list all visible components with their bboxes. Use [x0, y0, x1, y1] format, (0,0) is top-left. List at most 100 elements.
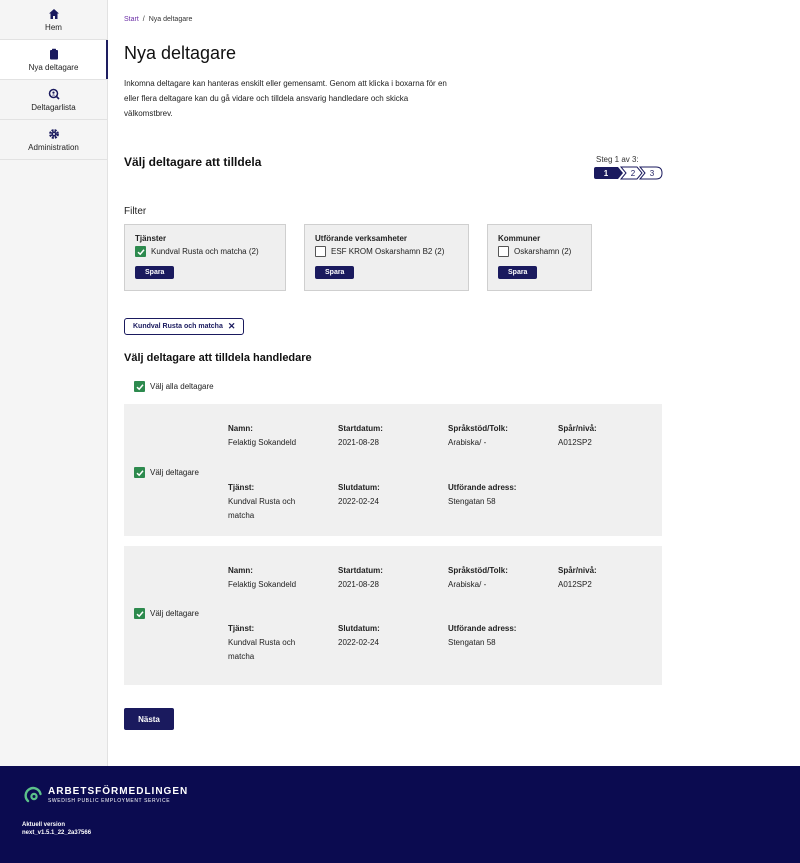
field-address: Utförande adress: Stengatan 58 — [448, 622, 516, 650]
next-button[interactable]: Nästa — [124, 708, 174, 730]
field-label: Slutdatum: — [338, 624, 380, 633]
filter-option-label: Kundval Rusta och matcha (2) — [151, 247, 259, 256]
gear-icon — [48, 128, 59, 139]
sidebar-item-label: Nya deltagare — [28, 62, 79, 72]
version-info: Aktuell version next_v1.5.1_22_2a37566 — [22, 821, 91, 837]
field-track: Spår/nivå: A012SP2 — [558, 564, 597, 592]
home-icon — [48, 8, 59, 19]
field-value: Stengatan 58 — [448, 638, 496, 647]
field-label: Spår/nivå: — [558, 566, 597, 575]
step-2-label: 2 — [631, 169, 636, 178]
sidebar-item-label: Deltagarlista — [31, 102, 76, 112]
field-label: Tjänst: — [228, 624, 255, 633]
search-person-icon — [48, 88, 60, 100]
breadcrumb-separator: / — [142, 16, 145, 23]
checkbox-checked[interactable] — [135, 246, 146, 257]
field-value: Stengatan 58 — [448, 497, 496, 506]
save-button[interactable]: Spara — [498, 266, 538, 279]
active-filter-chip[interactable]: Kundval Rusta och matcha ✕ — [124, 318, 245, 335]
filter-option-label: Oskarshamn (2) — [514, 247, 572, 256]
field-language: Språkstöd/Tolk: Arabiska/ - — [448, 422, 508, 450]
field-end-date: Slutdatum: 2022-02-24 — [338, 481, 380, 509]
sidebar-item-nya-deltagare[interactable]: Nya deltagare — [0, 40, 108, 80]
breadcrumb-current: Nya deltagare — [148, 16, 193, 23]
save-button[interactable]: Spara — [315, 266, 355, 279]
filter-option[interactable]: Oskarshamn (2) — [498, 246, 581, 257]
participants-title: Välj deltagare att tilldela handledare — [124, 352, 312, 364]
field-label: Spår/nivå: — [558, 424, 597, 433]
checkbox-checked[interactable] — [134, 467, 145, 478]
select-participant-checkbox[interactable]: Välj deltagare — [134, 608, 199, 619]
intro-text: Inkomna deltagare kan hanteras enskilt e… — [124, 79, 447, 118]
brand-name: ARBETSFÖRMEDLINGEN — [48, 785, 189, 797]
page-title: Nya deltagare — [124, 43, 237, 63]
version-label: Aktuell version — [22, 822, 66, 828]
step-indicator: 1 2 3 — [594, 166, 664, 180]
sidebar-item-label: Administration — [28, 142, 79, 152]
field-value: 2022-02-24 — [338, 638, 379, 647]
step-1 — [594, 167, 623, 179]
save-button[interactable]: Spara — [135, 266, 175, 279]
checkbox[interactable] — [498, 246, 509, 257]
filter-group-title: Kommuner — [498, 234, 541, 243]
step-3-label: 3 — [650, 169, 655, 178]
field-label: Utförande adress: — [448, 624, 517, 633]
field-name: Namn: Felaktig Sokandeld — [228, 564, 328, 592]
field-service: Tjänst: Kundval Rusta och matcha — [228, 481, 318, 523]
field-label: Utförande adress: — [448, 483, 517, 492]
breadcrumb-link-start[interactable]: Start — [124, 16, 139, 23]
field-label: Tjänst: — [228, 483, 255, 492]
field-value: A012SP2 — [558, 438, 592, 447]
select-participant-checkbox[interactable]: Välj deltagare — [134, 467, 199, 478]
sidebar-item-administration[interactable]: Administration — [0, 120, 107, 160]
field-label: Startdatum: — [338, 424, 383, 433]
sidebar-item-deltagarlista[interactable]: Deltagarlista — [0, 80, 107, 120]
sidebar-item-hem[interactable]: Hem — [0, 0, 107, 40]
arbetsformedlingen-logo-icon — [24, 786, 42, 803]
field-value: A012SP2 — [558, 580, 592, 589]
participant-card: Välj deltagare Namn: Felaktig Sokandeld S… — [124, 546, 662, 685]
field-label: Slutdatum: — [338, 483, 380, 492]
filter-option-label: ESF KROM Oskarshamn B2 (2) — [331, 247, 445, 256]
field-end-date: Slutdatum: 2022-02-24 — [338, 622, 380, 650]
field-address: Utförande adress: Stengatan 58 — [448, 481, 516, 509]
field-label: Namn: — [228, 566, 253, 575]
brand-subtitle: SWEDISH PUBLIC EMPLOYMENT SERVICE — [48, 797, 171, 804]
checkbox[interactable] — [315, 246, 326, 257]
step-1-label: 1 — [604, 169, 609, 178]
field-name: Namn: Felaktig Sokandeld — [228, 422, 328, 450]
field-start-date: Startdatum: 2021-08-28 — [338, 422, 383, 450]
field-value: Kundval Rusta och matcha — [228, 638, 296, 661]
filter-group-tjanster: Tjänster Kundval Rusta och matcha (2) Sp… — [124, 224, 286, 291]
field-label: Språkstöd/Tolk: — [448, 566, 508, 575]
filter-group-utforande-verksamheter: Utförande verksamheter ESF KROM Oskarsha… — [304, 224, 469, 291]
filter-option[interactable]: ESF KROM Oskarshamn B2 (2) — [315, 246, 458, 257]
version-number: next_v1.5.1_22_2a37566 — [22, 830, 92, 836]
checkbox-checked[interactable] — [134, 608, 145, 619]
close-icon[interactable]: ✕ — [228, 321, 236, 332]
field-label: Namn: — [228, 424, 253, 433]
select-participant-label: Välj deltagare — [150, 468, 199, 477]
field-value: Felaktig Sokandeld — [228, 438, 297, 447]
checkbox-checked[interactable] — [134, 381, 145, 392]
field-track: Spår/nivå: A012SP2 — [558, 422, 597, 450]
select-all-label: Välj alla deltagare — [150, 382, 214, 391]
footer: ARBETSFÖRMEDLINGEN SWEDISH PUBLIC EMPLOY… — [0, 766, 800, 863]
field-value: Felaktig Sokandeld — [228, 580, 297, 589]
chip-label: Kundval Rusta och matcha — [133, 323, 223, 330]
sidebar-item-label: Hem — [45, 22, 62, 32]
participant-card: Välj deltagare Namn: Felaktig Sokandeld S… — [124, 404, 662, 536]
filter-option[interactable]: Kundval Rusta och matcha (2) — [135, 246, 275, 257]
select-participant-label: Välj deltagare — [150, 609, 199, 618]
clipboard-icon — [49, 48, 58, 59]
field-start-date: Startdatum: 2021-08-28 — [338, 564, 383, 592]
field-value: 2022-02-24 — [338, 497, 379, 506]
sidebar: Hem Nya deltagare Deltagarlista Administ… — [0, 0, 108, 766]
field-value: 2021-08-28 — [338, 580, 379, 589]
filter-group-title: Utförande verksamheter — [315, 234, 408, 243]
step-label: Steg 1 av 3: — [596, 155, 639, 164]
field-value: 2021-08-28 — [338, 438, 379, 447]
field-service: Tjänst: Kundval Rusta och matcha — [228, 622, 318, 664]
select-all-checkbox[interactable]: Välj alla deltagare — [134, 381, 214, 392]
field-value: Arabiska/ - — [448, 580, 487, 589]
